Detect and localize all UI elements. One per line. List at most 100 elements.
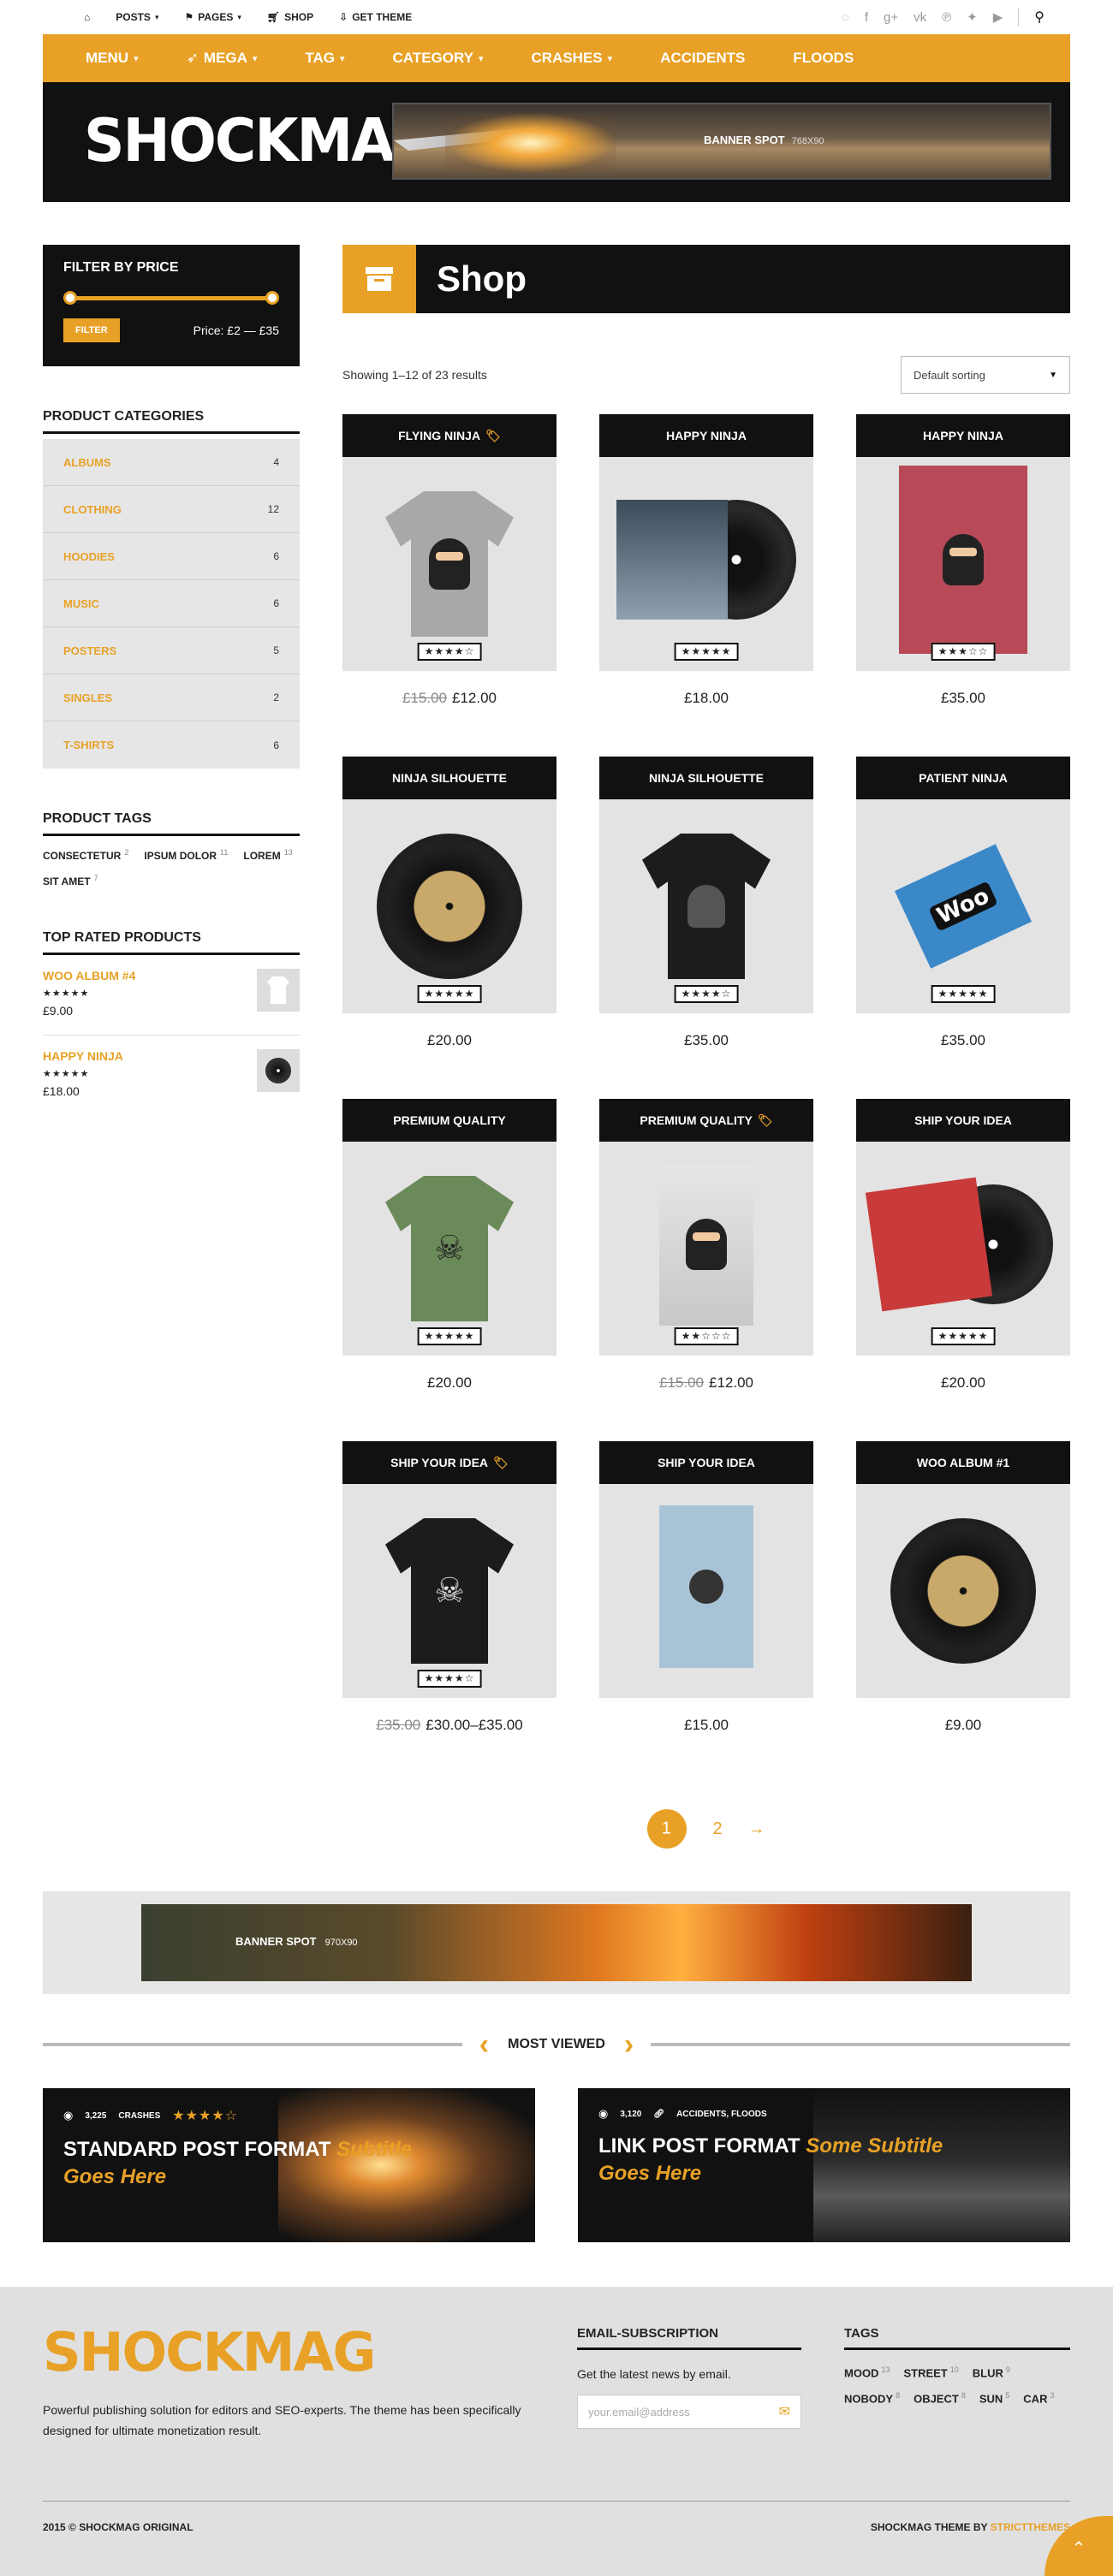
post-card[interactable]: ◉ 3,120 🔗︎ Accidents, Floods Link Post F… xyxy=(578,2088,1070,2242)
product-title[interactable]: Woo Album #1 xyxy=(856,1441,1070,1484)
menu-item-tag[interactable]: Tag ▾ xyxy=(305,50,344,67)
category-item[interactable]: Posters 5 xyxy=(43,627,300,674)
home-icon[interactable]: ⌂ xyxy=(84,11,90,23)
tag-item[interactable]: Object 8 xyxy=(914,2391,966,2405)
tag-item[interactable]: Consectetur 2 xyxy=(43,848,128,862)
tag-item[interactable]: Lorem 13 xyxy=(243,848,292,862)
post-card[interactable]: ◉ 3,225 Crashes ★★★★☆ Standard Post Form… xyxy=(43,2088,535,2242)
chevron-right-icon[interactable]: › xyxy=(624,2030,634,2059)
top-rated-item[interactable]: Happy Ninja ★★★★★ £18.00 xyxy=(43,1036,300,1115)
top-rated-name[interactable]: Happy Ninja xyxy=(43,1049,123,1063)
menu-item-crashes[interactable]: Crashes ▾ xyxy=(532,50,613,67)
product-title[interactable]: Happy Ninja xyxy=(599,414,813,457)
product-image[interactable] xyxy=(856,1484,1070,1698)
category-item[interactable]: Hoodies 6 xyxy=(43,533,300,580)
tag-item[interactable]: Street 10 xyxy=(903,2365,958,2379)
product-image[interactable]: ★★★★★ xyxy=(342,799,556,1013)
post-title[interactable]: Standard Post Format Subtitle Goes Here xyxy=(63,2136,457,2191)
page-link[interactable]: 2 xyxy=(712,1819,722,1839)
tag-item[interactable]: Sun 5 xyxy=(979,2391,1009,2405)
footer-banner[interactable]: BANNER SPOT 970X90 xyxy=(141,1904,972,1981)
tag-item[interactable]: Blur 9 xyxy=(973,2365,1010,2379)
price-slider[interactable] xyxy=(63,291,279,305)
product-card[interactable]: Ninja Silhouette ★★★★★ £20.00 xyxy=(342,757,556,1099)
product-image[interactable]: ★★☆☆☆ xyxy=(599,1142,813,1356)
nav-pages[interactable]: ⚑ Pages ▾ xyxy=(184,11,241,23)
category-item[interactable]: Albums 4 xyxy=(43,439,300,486)
nav-posts[interactable]: Posts ▾ xyxy=(116,11,158,23)
menu-item-category[interactable]: Category ▾ xyxy=(393,50,484,67)
tag-item[interactable]: Nobody 8 xyxy=(844,2391,900,2405)
site-logo[interactable]: SHOCKMAG xyxy=(84,111,439,170)
category-item[interactable]: Clothing 12 xyxy=(43,486,300,533)
product-title[interactable]: Happy Ninja xyxy=(856,414,1070,457)
footer-logo[interactable]: SHOCKMAG xyxy=(43,2326,577,2379)
category-item[interactable]: Music 6 xyxy=(43,580,300,627)
product-title[interactable]: Ninja Silhouette xyxy=(342,757,556,799)
product-card[interactable]: Premium Quality ☠ ★★★★★ £20.00 xyxy=(342,1099,556,1441)
product-title[interactable]: Premium Quality 🏷︎ xyxy=(599,1099,813,1142)
product-title[interactable]: Ship Your Idea 🏷︎ xyxy=(342,1441,556,1484)
product-card[interactable]: Ship Your Idea 🏷︎ ☠ ★★★★☆ £35.00 £30.00–£3… xyxy=(342,1441,556,1784)
nav-shop[interactable]: 🛒︎ Shop xyxy=(267,11,313,23)
product-card[interactable]: Ship Your Idea £15.00 xyxy=(599,1441,813,1784)
tag-item[interactable]: Ipsum Dolor 11 xyxy=(144,848,228,862)
tag-item[interactable]: Sit Amet 7 xyxy=(43,874,98,887)
product-card[interactable]: Woo Album #1 £9.00 xyxy=(856,1441,1070,1784)
product-title[interactable]: Ship Your Idea xyxy=(856,1099,1070,1142)
product-image[interactable]: ★★★★★ xyxy=(856,1142,1070,1356)
facebook-icon[interactable]: f xyxy=(865,10,868,25)
product-card[interactable]: Ship Your Idea ★★★★★ £20.00 xyxy=(856,1099,1070,1441)
next-arrow-icon[interactable]: → xyxy=(748,1819,765,1839)
product-card[interactable]: Flying Ninja 🏷︎ ★★★★☆ £15.00 £12.00 xyxy=(342,414,556,757)
product-title[interactable]: Ninja Silhouette xyxy=(599,757,813,799)
product-image[interactable]: ★★★★★ xyxy=(599,457,813,671)
product-image[interactable]: ★★★★☆ xyxy=(599,799,813,1013)
product-image[interactable]: ☠ ★★★★☆ xyxy=(342,1484,556,1698)
rss-icon[interactable]: ◌ xyxy=(842,10,849,25)
product-card[interactable]: Patient Ninja Woo ★★★★★ £35.00 xyxy=(856,757,1070,1099)
product-thumbnail[interactable] xyxy=(257,1049,300,1092)
category-item[interactable]: T-Shirts 6 xyxy=(43,721,300,769)
envelope-icon[interactable]: ✉ xyxy=(779,2403,790,2420)
menu-item-floods[interactable]: Floods xyxy=(793,50,854,67)
product-title[interactable]: Ship Your Idea xyxy=(599,1441,813,1484)
post-category[interactable]: Accidents, Floods xyxy=(676,2110,767,2119)
product-card[interactable]: Happy Ninja ★★★☆☆ £35.00 xyxy=(856,414,1070,757)
product-card[interactable]: Happy Ninja ★★★★★ £18.00 xyxy=(599,414,813,757)
product-image[interactable]: ★★★★☆ xyxy=(342,457,556,671)
price-slider-min-handle[interactable] xyxy=(63,291,77,305)
menu-item-accidents[interactable]: Accidents xyxy=(660,50,745,67)
product-title[interactable]: Flying Ninja 🏷︎ xyxy=(342,414,556,457)
category-item[interactable]: Singles 2 xyxy=(43,674,300,721)
twitter-icon[interactable]: ✦ xyxy=(967,9,978,25)
sort-select[interactable]: Default sorting ▼ xyxy=(901,356,1070,394)
product-image[interactable]: ☠ ★★★★★ xyxy=(342,1142,556,1356)
pinterest-icon[interactable]: ℗ xyxy=(942,10,951,25)
menu-item-menu[interactable]: Menu ▾ xyxy=(86,50,139,67)
filter-button[interactable]: Filter xyxy=(63,318,120,342)
product-card[interactable]: Premium Quality 🏷︎ ★★☆☆☆ £15.00 £12.00 xyxy=(599,1099,813,1441)
product-title[interactable]: Premium Quality xyxy=(342,1099,556,1142)
menu-item-mega[interactable]: ➶ Mega ▾ xyxy=(187,50,258,67)
product-card[interactable]: Ninja Silhouette ★★★★☆ £35.00 xyxy=(599,757,813,1099)
header-banner[interactable]: BANNER SPOT 768X90 xyxy=(392,103,1051,180)
price-slider-max-handle[interactable] xyxy=(265,291,279,305)
nav-get-theme[interactable]: ⇩ Get Theme xyxy=(339,11,412,23)
tag-item[interactable]: Car 3 xyxy=(1023,2391,1054,2405)
top-rated-item[interactable]: Woo Album #4 ★★★★★ £9.00 xyxy=(43,955,300,1036)
email-field[interactable]: your.email@address ✉ xyxy=(577,2395,801,2429)
google-plus-icon[interactable]: g+ xyxy=(884,10,898,25)
youtube-icon[interactable]: ▶ xyxy=(993,9,1003,25)
post-category[interactable]: Crashes xyxy=(118,2111,160,2121)
product-title[interactable]: Patient Ninja xyxy=(856,757,1070,799)
top-rated-name[interactable]: Woo Album #4 xyxy=(43,969,135,982)
product-image[interactable]: ★★★☆☆ xyxy=(856,457,1070,671)
post-title[interactable]: Link Post Format Some Subtitle Goes Here xyxy=(598,2133,992,2187)
product-thumbnail[interactable] xyxy=(257,969,300,1012)
search-icon[interactable]: ⚲ xyxy=(1034,9,1045,26)
tag-item[interactable]: Mood 13 xyxy=(844,2365,890,2379)
vk-icon[interactable]: vk xyxy=(914,10,926,25)
product-image[interactable] xyxy=(599,1484,813,1698)
product-image[interactable]: Woo ★★★★★ xyxy=(856,799,1070,1013)
